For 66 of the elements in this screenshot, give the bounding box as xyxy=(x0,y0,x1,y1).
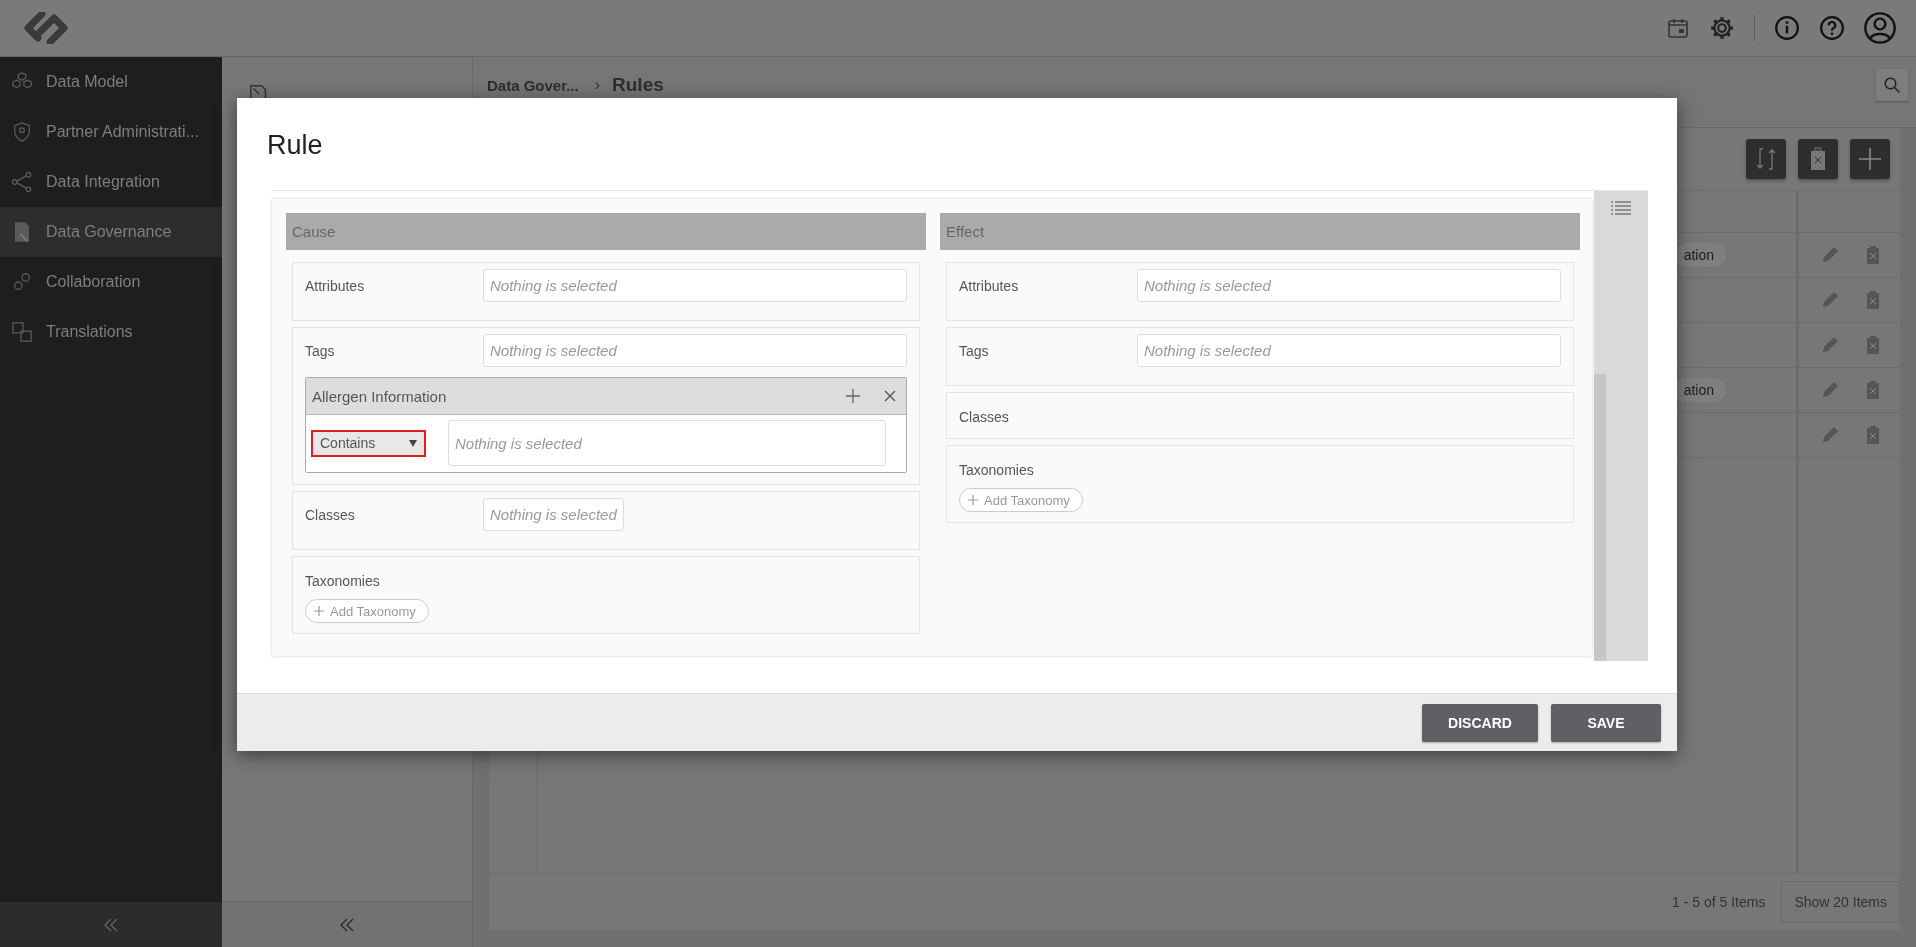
search-button[interactable] xyxy=(1876,69,1908,101)
pagination-summary: 1 - 5 of 5 Items xyxy=(1672,894,1766,910)
add-taxonomy-button[interactable]: Add Taxonomy xyxy=(959,488,1083,512)
delete-icon xyxy=(1809,147,1827,171)
page-size-button[interactable]: Show 20 Items xyxy=(1781,881,1900,923)
field-label: Classes xyxy=(305,506,356,523)
breadcrumb-current: Rules xyxy=(612,74,664,96)
delete-icon[interactable] xyxy=(1865,380,1880,400)
dialog-title: Rule xyxy=(266,129,324,160)
add-taxonomy-button[interactable]: Add Taxonomy xyxy=(305,599,429,623)
field-label: Taxonomies xyxy=(305,572,381,589)
plus-icon xyxy=(968,495,978,505)
caret-icon xyxy=(409,439,417,447)
sync-icon xyxy=(1755,146,1777,172)
breadcrumb-link[interactable]: Data Gover... xyxy=(487,76,579,94)
select-field[interactable]: Nothing is selected xyxy=(483,269,907,302)
select-field[interactable]: Nothing is selected xyxy=(1137,334,1561,367)
delete-icon[interactable] xyxy=(1865,425,1880,445)
scrollbar[interactable] xyxy=(1594,374,1606,661)
field-label: Classes xyxy=(959,408,1010,425)
field-label: Attributes xyxy=(959,277,1020,294)
shield-icon xyxy=(11,121,33,143)
delete-icon[interactable] xyxy=(1865,245,1880,265)
collapse-icon[interactable] xyxy=(103,917,119,932)
select-field[interactable]: Nothing is selected xyxy=(483,334,907,367)
delete-icon[interactable] xyxy=(1865,335,1880,355)
field-label: Tags xyxy=(959,342,990,359)
save-button[interactable]: SAVE xyxy=(1551,703,1661,742)
list-icon[interactable] xyxy=(1611,201,1631,217)
add-icon[interactable] xyxy=(846,389,860,403)
discard-button[interactable]: DISCARD xyxy=(1422,703,1538,742)
add-button[interactable] xyxy=(1850,139,1890,179)
select-field[interactable]: Nothing is selected xyxy=(1137,269,1561,302)
sidebar-item[interactable]: Translations xyxy=(0,307,222,357)
sidebar-item[interactable]: Data Model xyxy=(0,57,222,107)
search-icon xyxy=(1883,76,1901,94)
info-icon[interactable] xyxy=(1774,15,1800,41)
delete-icon[interactable] xyxy=(1865,290,1880,310)
share-icon xyxy=(11,171,33,193)
section-header: Effect xyxy=(940,213,1580,250)
sidebar-item[interactable]: Data Integration xyxy=(0,157,222,207)
sidebar-item[interactable]: Data Governance xyxy=(0,207,222,257)
translate-icon xyxy=(11,321,33,343)
sidebar-item[interactable]: Collaboration xyxy=(0,257,222,307)
logo-icon[interactable] xyxy=(22,12,70,44)
select-field[interactable]: Nothing is selected xyxy=(483,498,624,531)
delete-button[interactable] xyxy=(1798,139,1838,179)
select-field[interactable]: Nothing is selected xyxy=(448,420,886,466)
settings-icon[interactable] xyxy=(1709,15,1735,41)
plus-icon xyxy=(314,606,324,616)
field-label: Attributes xyxy=(305,277,366,294)
section-header: Cause xyxy=(286,213,926,250)
operator-dropdown[interactable]: Contains xyxy=(311,429,426,457)
field-label: Tags xyxy=(305,342,336,359)
calendar-icon[interactable] xyxy=(1666,16,1690,40)
collapse-icon[interactable] xyxy=(339,917,355,932)
help-icon[interactable] xyxy=(1819,15,1845,41)
tag-group-title: Allergen Information xyxy=(312,387,448,405)
breadcrumb-separator: › xyxy=(594,76,601,94)
close-icon[interactable] xyxy=(884,390,896,402)
plus-icon xyxy=(1858,147,1882,171)
gears-icon xyxy=(11,271,33,293)
sidebar-item[interactable]: Partner Administrati... xyxy=(0,107,222,157)
refresh-button[interactable] xyxy=(1746,139,1786,179)
field-label: Taxonomies xyxy=(959,461,1035,478)
avatar-icon[interactable] xyxy=(1864,12,1896,44)
